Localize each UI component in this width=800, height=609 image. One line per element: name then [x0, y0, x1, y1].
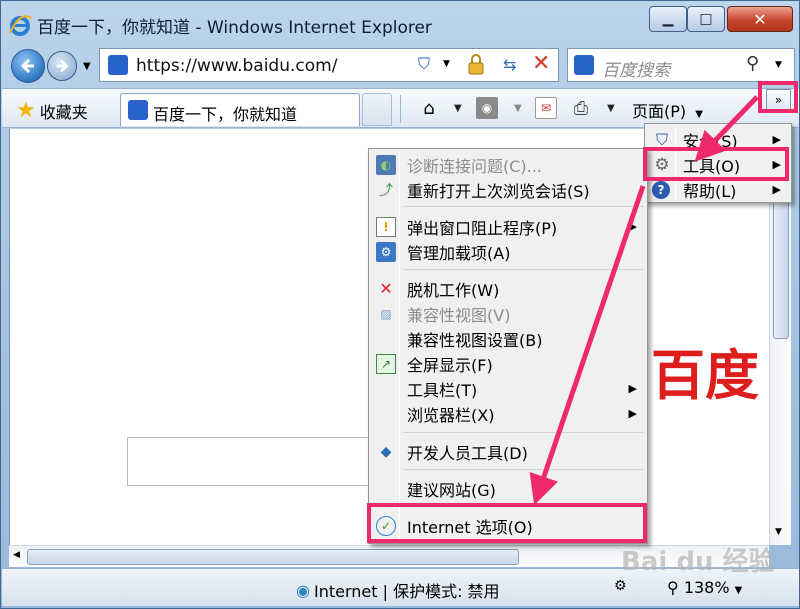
- menu-item-toolbars[interactable]: 工具栏(T) ▶: [369, 376, 647, 401]
- zoom-magnifier-icon: ⚲: [667, 578, 679, 597]
- search-options-dropdown-icon[interactable]: ▼: [775, 60, 782, 70]
- devtools-icon: ◆: [380, 443, 392, 460]
- page-dropdown-icon: ▼: [695, 109, 703, 120]
- horizontal-scroll-thumb[interactable]: [27, 549, 519, 565]
- print-dropdown-icon[interactable]: ▼: [607, 103, 615, 114]
- favorites-label: 收藏夹: [39, 102, 88, 122]
- watermark: Bai du 经验: [621, 547, 775, 577]
- zoom-dropdown-icon: ▼: [734, 585, 743, 596]
- home-dropdown-icon[interactable]: ▼: [454, 103, 462, 114]
- forward-arrow-icon: [56, 59, 69, 73]
- zoom-level: 138%: [683, 578, 730, 597]
- home-icon[interactable]: ⌂: [418, 97, 440, 119]
- history-dropdown-icon[interactable]: ▼: [83, 61, 91, 72]
- menu-item-developer-tools[interactable]: ◆ 开发人员工具(D): [369, 439, 647, 464]
- menu-item-fullscreen[interactable]: ↗ 全屏显示(F): [369, 351, 647, 376]
- ie-logo-icon: [8, 13, 32, 37]
- back-arrow-icon: [20, 58, 34, 74]
- compat-view-icon: ▨: [380, 306, 392, 321]
- forward-button[interactable]: [47, 51, 77, 81]
- tab-title: 百度一下，你就知道: [153, 105, 298, 124]
- menu-item-reopen-session[interactable]: ⤴ 重新打开上次浏览会话(S): [369, 177, 647, 202]
- feeds-dropdown-icon[interactable]: ▼: [514, 103, 522, 114]
- close-icon: ✕: [753, 9, 767, 29]
- search-box[interactable]: 🐾 百度搜索 ⚲ ▼: [567, 48, 795, 82]
- smartscreen-icon[interactable]: ⚙: [614, 578, 627, 594]
- maximize-button[interactable]: □: [687, 6, 725, 32]
- compat-view-icon[interactable]: ⇆: [503, 55, 516, 74]
- baidu-logo: 百度: [651, 343, 759, 407]
- shield-icon: ⛉: [418, 54, 431, 73]
- security-zone[interactable]: ◉ Internet | 保护模式: 禁用: [296, 578, 500, 602]
- minimize-icon: ▁: [662, 11, 674, 27]
- tab-baidu[interactable]: 🐾 百度一下，你就知道: [120, 93, 360, 126]
- lock-icon[interactable]: [468, 53, 484, 75]
- ie-window: 百度一下，你就知道 - Windows Internet Explorer ▁ …: [0, 0, 800, 609]
- menu-item-diagnose[interactable]: ◐ 诊断连接问题(C)...: [369, 152, 647, 177]
- tab-favicon-icon: 🐾: [128, 100, 148, 120]
- command-bar: ★ 收藏夹 🐾 百度一下，你就知道 ⌂ ▼ ◉ ▼ ✉ ⎙ ▼ 页面(P) ▼: [2, 88, 799, 128]
- highlight-tools: [643, 147, 789, 181]
- print-icon[interactable]: ⎙: [570, 97, 592, 119]
- menu-item-suggested-sites[interactable]: 建议网站(G): [369, 476, 647, 501]
- submenu-arrow-icon: ▶: [628, 382, 637, 395]
- addons-icon: ⚙: [376, 241, 396, 262]
- menu-item-work-offline[interactable]: ✕ 脱机工作(W): [369, 276, 647, 301]
- page-menu-label: 页面(P): [632, 102, 687, 121]
- highlight-overflow: [758, 81, 798, 113]
- maximize-icon: □: [699, 11, 713, 27]
- popup-blocker-icon: !: [376, 216, 396, 237]
- feeds-icon[interactable]: ◉: [476, 97, 498, 119]
- submenu-arrow-icon: ▶: [628, 220, 637, 233]
- menu-item-popup-blocker[interactable]: ! 弹出窗口阻止程序(P) ▶: [369, 214, 647, 239]
- diagnose-icon: ◐: [376, 154, 396, 175]
- window-title: 百度一下，你就知道 - Windows Internet Explorer: [37, 18, 432, 38]
- scroll-down-icon[interactable]: ▼: [775, 527, 782, 537]
- toolbar-divider: [400, 95, 401, 123]
- menu-separator: [403, 269, 644, 270]
- menu-item-manage-addons[interactable]: ⚙ 管理加载项(A): [369, 239, 647, 264]
- highlight-internet-options: [367, 503, 647, 543]
- stop-icon[interactable]: ✕: [532, 51, 550, 76]
- submenu-arrow-icon: ▶: [772, 183, 781, 196]
- globe-icon: ◉: [296, 580, 310, 600]
- menu-separator: [403, 432, 644, 433]
- search-input[interactable]: 百度搜索: [602, 56, 670, 81]
- menu-separator: [403, 469, 644, 470]
- new-tab-button[interactable]: [362, 93, 392, 126]
- minimize-button[interactable]: ▁: [649, 6, 687, 32]
- help-icon: ?: [652, 180, 670, 199]
- fullscreen-icon: ↗: [376, 353, 396, 374]
- submenu-arrow-icon: ▶: [772, 133, 781, 146]
- zoom-button[interactable]: ⚲ 138% ▼: [667, 578, 742, 597]
- menu-separator: [403, 206, 644, 207]
- submenu-arrow-icon: ▶: [628, 407, 637, 420]
- close-button[interactable]: ✕: [727, 6, 793, 32]
- address-input[interactable]: https://www.baidu.com/: [136, 56, 337, 76]
- scroll-left-icon[interactable]: ◀: [13, 550, 20, 560]
- baidu-search-provider-icon: 🐾: [574, 55, 594, 75]
- magnifier-icon[interactable]: ⚲: [746, 53, 759, 74]
- favorites-star-icon: ★: [16, 98, 36, 123]
- menu-item-compat-view[interactable]: ▨ 兼容性视图(V): [369, 301, 647, 326]
- offline-icon: ✕: [379, 279, 393, 298]
- back-button[interactable]: [11, 49, 45, 83]
- page-menu-button[interactable]: 页面(P) ▼: [632, 98, 703, 122]
- menu-item-compat-settings[interactable]: 兼容性视图设置(B): [369, 326, 647, 351]
- security-dropdown-icon[interactable]: ▼: [443, 59, 450, 69]
- favorites-button[interactable]: ★ 收藏夹: [16, 98, 88, 123]
- reopen-icon: ⤴: [379, 182, 393, 199]
- mail-icon[interactable]: ✉: [535, 97, 557, 119]
- baidu-favicon-icon: 🐾: [108, 55, 128, 75]
- zone-label: Internet | 保护模式: 禁用: [313, 582, 500, 601]
- address-bar[interactable]: 🐾 https://www.baidu.com/ ⛉ ▼ ⇆ ✕: [99, 48, 559, 82]
- menu-item-explorer-bars[interactable]: 浏览器栏(X) ▶: [369, 401, 647, 426]
- tools-menu: ◐ 诊断连接问题(C)... ⤴ 重新打开上次浏览会话(S) ! 弹出窗口阻止程…: [368, 148, 648, 544]
